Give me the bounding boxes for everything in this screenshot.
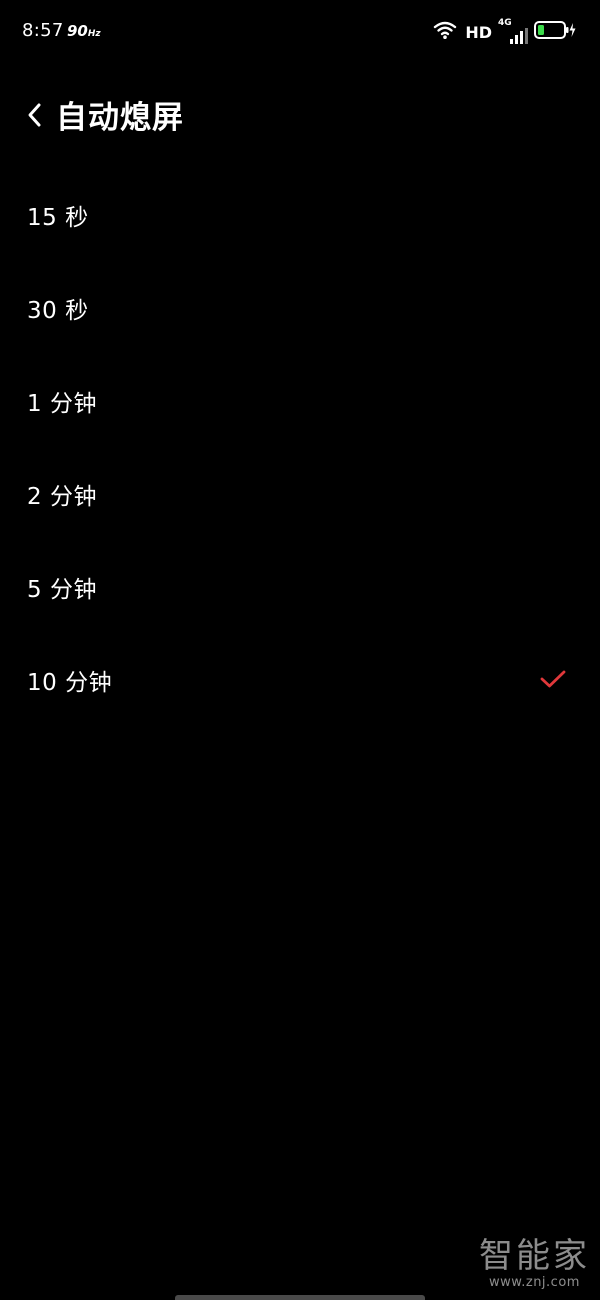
watermark: 智能家 www.znj.com (479, 1228, 590, 1290)
refresh-rate-value: 90 (67, 22, 88, 40)
option-label: 5 分钟 (27, 576, 97, 603)
option-label: 2 分钟 (27, 483, 97, 510)
option-10-minutes[interactable]: 10 分钟 (0, 633, 600, 726)
watermark-url: www.znj.com (489, 1275, 580, 1290)
option-label: 30 秒 (27, 297, 89, 324)
timeout-options-list: 15 秒 30 秒 1 分钟 2 分钟 5 分钟 10 分钟 (0, 168, 600, 726)
option-label: 1 分钟 (27, 390, 97, 417)
option-2-minutes[interactable]: 2 分钟 (0, 447, 600, 540)
battery-icon (534, 20, 576, 44)
status-time: 8:57 (22, 20, 64, 41)
option-15-seconds[interactable]: 15 秒 (0, 168, 600, 261)
refresh-rate: 90Hz (67, 22, 101, 40)
status-icons: HD 4G (433, 16, 576, 48)
checkmark-icon (540, 670, 566, 688)
home-indicator[interactable] (175, 1295, 425, 1300)
option-label: 15 秒 (27, 204, 89, 231)
option-1-minute[interactable]: 1 分钟 (0, 354, 600, 447)
network-type: 4G (498, 18, 512, 28)
watermark-logo: 智能家 (479, 1236, 590, 1276)
wifi-icon (433, 20, 457, 44)
signal-bars-icon (510, 28, 528, 44)
back-button[interactable] (18, 98, 52, 132)
option-label: 10 分钟 (27, 669, 113, 696)
option-5-minutes[interactable]: 5 分钟 (0, 540, 600, 633)
page-title: 自动熄屏 (56, 100, 184, 136)
hd-voice-label: HD (465, 22, 492, 42)
refresh-rate-unit: Hz (87, 29, 101, 39)
option-30-seconds[interactable]: 30 秒 (0, 261, 600, 354)
chevron-left-icon (28, 103, 41, 127)
cellular-signal: 4G (498, 18, 528, 44)
page-header: 自动熄屏 (0, 80, 600, 150)
status-bar: 8:57 90Hz HD 4G (0, 0, 600, 64)
